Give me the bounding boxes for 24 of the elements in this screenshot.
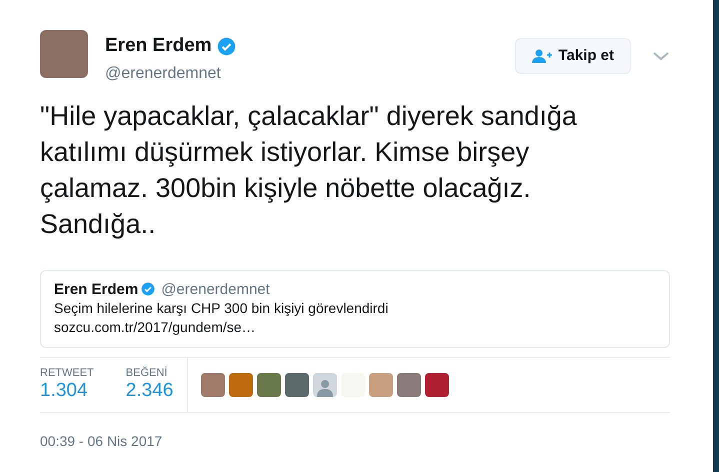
liker-photo-placeholder[interactable]	[425, 372, 450, 396]
liker-photo-placeholder[interactable]	[201, 372, 226, 396]
quoted-tweet-card[interactable]: Eren Erdem @erenerdemnet Seçim hilelerine karşı CHP 300 bin kişiyi görevlendirdi sozcu.com.tr/2017/gundem/se…	[40, 270, 670, 348]
quoted-tweet-link: sozcu.com.tr/2017/gundem/se…	[54, 318, 257, 336]
quoted-tweet-text: Seçim hilelerine karşı CHP 300 bin kişiyi görevlendirdi	[54, 298, 390, 318]
quoted-author-name: Eren Erdem	[54, 280, 138, 298]
author-handle[interactable]: @erenerdemnet	[105, 62, 236, 86]
author-name[interactable]: Eren Erdem	[105, 32, 212, 60]
add-user-icon	[532, 49, 552, 63]
stat-label: RETWEET	[40, 366, 94, 380]
default-avatar-icon[interactable]	[313, 372, 338, 396]
stat-label: BEĞENİ	[126, 366, 168, 380]
liker-photo-placeholder[interactable]	[229, 372, 254, 396]
quoted-author-handle: @erenerdemnet	[161, 280, 270, 298]
liker-photo-placeholder[interactable]	[285, 372, 310, 396]
stat-count[interactable]: 1.304	[40, 380, 94, 402]
liker-photo-placeholder[interactable]	[257, 372, 282, 396]
caret-icon[interactable]	[653, 52, 669, 60]
follow-button[interactable]: Takip et	[515, 38, 631, 74]
tweet-text: "Hile yapacaklar, çalacaklar" diyerek sandığa katılımı düşürmek istiyorlar. Kimse birşey çalamaz. 300bin kişiyle nöbette olacağız. Sandığa..	[40, 100, 578, 241]
profile-photo-placeholder	[40, 30, 88, 78]
liker-photo-placeholder[interactable]	[397, 372, 422, 396]
stat-count[interactable]: 2.346	[126, 380, 174, 402]
tweet-timestamp[interactable]: 00:39 - 06 Nis 2017	[40, 430, 669, 452]
